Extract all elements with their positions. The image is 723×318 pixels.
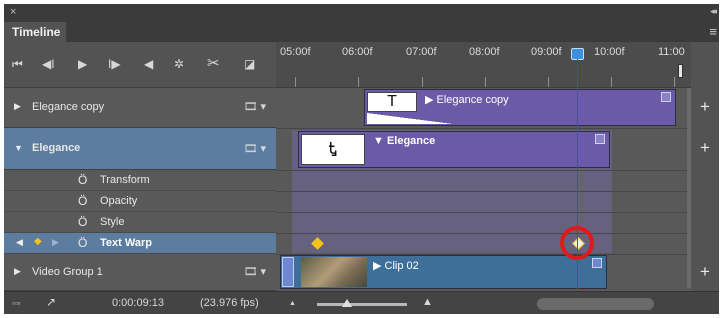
ruler-tick (611, 77, 612, 87)
status-bar: ▫▫▫ ↗ 0:00:09:13 (23.976 fps) ▲ ▲ (4, 291, 719, 314)
add-keyframe-icon[interactable]: ◆ (34, 236, 42, 247)
previous-frame-icon[interactable]: ◀I (42, 57, 55, 71)
tab-bar (66, 22, 719, 42)
ruler-tick-label: 11:00 (658, 46, 685, 58)
settings-icon[interactable]: ✲ (174, 57, 184, 71)
close-icon[interactable]: × (10, 6, 16, 18)
clip-title: ▶ Clip 02 (373, 260, 419, 272)
ruler-tick (485, 77, 486, 87)
text-warp-thumbnail: Ꮏ (301, 134, 365, 165)
collapse-icon[interactable]: ◂◂ (710, 6, 717, 17)
stopwatch-icon[interactable]: Ö (78, 236, 87, 250)
time-ruler[interactable]: 05:00f 06:00f 07:00f 08:00f 09:00f 10:00… (276, 42, 691, 88)
previous-keyframe-icon[interactable]: ◀ (16, 237, 23, 248)
expand-arrow-icon[interactable]: ▶ (14, 266, 21, 277)
collapse-arrow-icon[interactable]: ▼ (14, 143, 23, 153)
track-divider (276, 128, 691, 129)
ruler-tick-label: 06:00f (342, 46, 373, 58)
audio-icon[interactable]: ◀ (144, 57, 153, 71)
layer-name: Elegance copy (32, 101, 105, 113)
layer-video-group-1[interactable]: ▶ Video Group 1 🎞 ▾ (4, 254, 276, 291)
track-area[interactable]: T ▶ Elegance copy Ꮏ ▼ Elegance ▶ Clip 02 (276, 88, 691, 291)
zoom-out-icon[interactable]: ▲ (289, 300, 296, 307)
opacity-ramp (367, 113, 453, 124)
clip-02[interactable]: ▶ Clip 02 (280, 255, 607, 289)
stopwatch-icon[interactable]: Ö (78, 173, 87, 187)
split-icon[interactable]: ✂ (207, 54, 220, 72)
video-thumbnail (301, 257, 367, 287)
stopwatch-icon[interactable]: Ö (78, 215, 87, 229)
ruler-tick-label: 10:00f (594, 46, 625, 58)
property-style[interactable]: Ö Style (4, 212, 276, 233)
clip-elegance-copy[interactable]: T ▶ Elegance copy (364, 89, 676, 126)
first-frame-icon[interactable]: ⏮ (12, 57, 23, 72)
clip-end-handle[interactable] (661, 92, 671, 102)
clip-title: ▶ Elegance copy (425, 94, 509, 106)
property-name: Opacity (100, 195, 138, 207)
property-name: Style (100, 216, 125, 228)
next-frame-icon[interactable]: I▶ (108, 57, 121, 71)
property-opacity[interactable]: Ö Opacity (4, 191, 276, 212)
zoom-in-icon[interactable]: ▲ (422, 296, 433, 308)
render-video-icon[interactable]: ▫▫▫ (12, 299, 21, 308)
clip-title: ▼ Elegance (373, 135, 436, 147)
ruler-tick (358, 77, 359, 87)
transition-icon[interactable]: ◪ (244, 57, 255, 71)
stopwatch-icon[interactable]: Ö (78, 194, 87, 208)
clip-end-handle[interactable] (595, 134, 605, 144)
convert-timeline-icon[interactable]: ↗ (46, 295, 56, 309)
ruler-tick (674, 77, 675, 87)
ruler-tick-label: 08:00f (469, 46, 500, 58)
vertical-scrollbar[interactable] (687, 88, 691, 288)
property-transform[interactable]: Ö Transform (4, 170, 276, 191)
timeline-panel: × ◂◂ Timeline ≡ ⏮ ◀I ▶ I▶ ◀ ✲ ✂ ◪ 05:00f… (4, 4, 719, 314)
tab-timeline[interactable]: Timeline (6, 22, 66, 42)
work-area-end-handle[interactable] (678, 64, 683, 78)
add-media-button[interactable]: + (691, 88, 719, 128)
clip-end-handle[interactable] (592, 258, 602, 268)
playhead-line[interactable] (577, 59, 578, 314)
panel-menu-icon[interactable]: ≡ (709, 24, 717, 39)
track-gutter (691, 170, 719, 254)
ruler-tick (295, 77, 296, 87)
layer-elegance[interactable]: ▼ Elegance 🎞 ▾ (4, 128, 276, 170)
track-divider (276, 170, 691, 171)
film-strip-icon[interactable]: 🎞 ▾ (243, 100, 266, 113)
add-media-button[interactable]: + (691, 254, 719, 291)
track-divider (276, 233, 691, 234)
zoom-slider-track[interactable] (317, 303, 407, 306)
zoom-slider-thumb[interactable] (342, 299, 352, 307)
ruler-tick-label: 09:00f (531, 46, 562, 58)
track-divider (276, 191, 691, 192)
layer-elegance-copy[interactable]: ▶ Elegance copy 🎞 ▾ (4, 88, 276, 128)
highlight-circle (560, 226, 594, 260)
ruler-tick (548, 77, 549, 87)
film-strip-icon[interactable]: 🎞 ▾ (243, 142, 266, 155)
property-text-warp[interactable]: ◀ ◆ ▶ Ö Text Warp (4, 233, 276, 254)
play-icon[interactable]: ▶ (78, 57, 87, 71)
film-strip-icon[interactable]: 🎞 ▾ (243, 265, 266, 278)
playback-toolbar: ⏮ ◀I ▶ I▶ ◀ ✲ ✂ ◪ (4, 42, 276, 88)
panel-header: × ◂◂ (4, 4, 719, 22)
transition-handle-left[interactable] (282, 257, 294, 287)
layer-name: Video Group 1 (32, 266, 103, 278)
property-name: Transform (100, 174, 150, 186)
expand-arrow-icon[interactable]: ▶ (14, 101, 21, 112)
clip-elegance[interactable]: Ꮏ ▼ Elegance (298, 131, 610, 168)
ruler-tick (422, 77, 423, 87)
current-timecode: 0:00:09:13 (112, 297, 164, 309)
track-divider (276, 212, 691, 213)
ruler-tick-label: 07:00f (406, 46, 437, 58)
add-media-button[interactable]: + (691, 128, 719, 170)
property-name: Text Warp (100, 237, 152, 249)
ruler-tick-label: 05:00f (280, 46, 311, 58)
frame-rate: (23.976 fps) (200, 297, 259, 309)
next-keyframe-icon[interactable]: ▶ (52, 237, 59, 248)
layer-name: Elegance (32, 142, 81, 154)
text-layer-thumbnail: T (367, 92, 417, 112)
horizontal-scrollbar[interactable] (537, 298, 654, 310)
